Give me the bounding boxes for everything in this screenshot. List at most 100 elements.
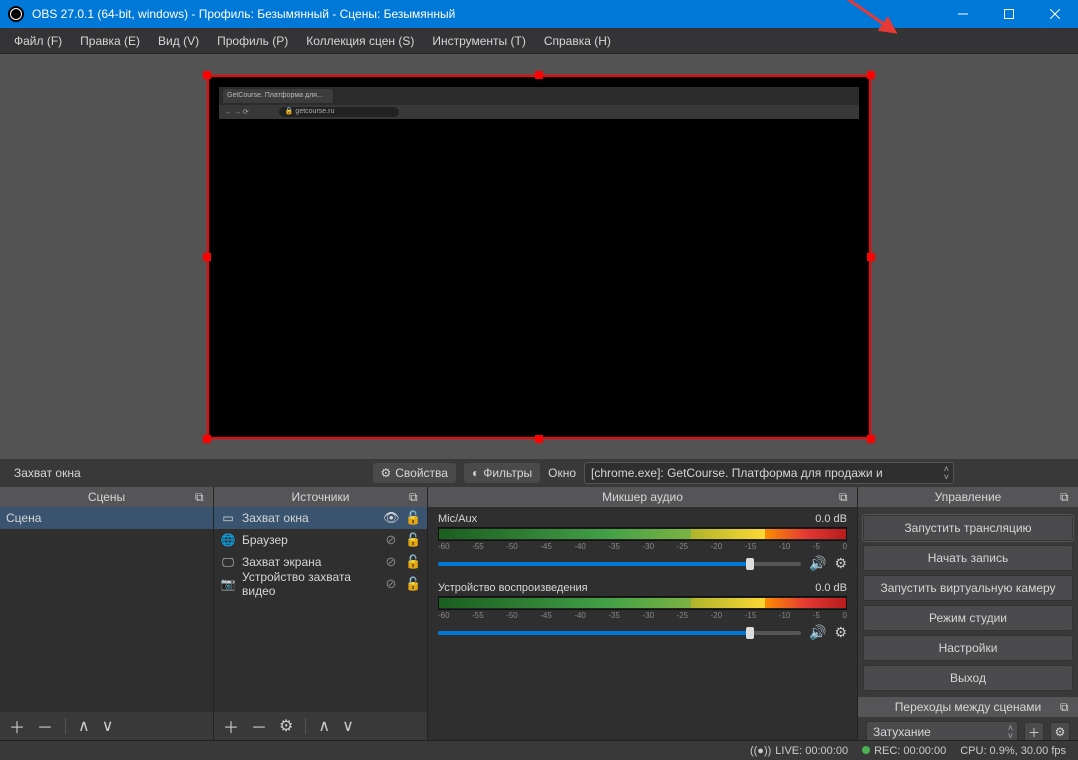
globe-icon: 🌐	[220, 532, 236, 548]
menu-file[interactable]: Файл (F)	[6, 30, 70, 52]
lock-toggle[interactable]: 🔓	[405, 576, 421, 592]
source-label: Устройство захвата видео	[242, 570, 377, 598]
transition-settings-button[interactable]: ⚙	[1050, 722, 1070, 740]
gear-icon[interactable]: ⚙	[276, 716, 296, 736]
filters-button[interactable]: ◐ Фильтры	[464, 463, 540, 483]
gear-icon[interactable]: ⚙	[834, 555, 847, 572]
channel-name: Устройство воспроизведения	[438, 582, 588, 594]
exit-button[interactable]: Выход	[863, 665, 1073, 691]
menu-help[interactable]: Справка (H)	[536, 30, 619, 52]
panel-title: Микшер аудио	[602, 490, 683, 504]
lock-toggle[interactable]: 🔓	[405, 554, 421, 570]
titlebar: OBS 27.0.1 (64-bit, windows) - Профиль: …	[0, 0, 1078, 28]
settings-button[interactable]: Настройки	[863, 635, 1073, 661]
preview-canvas[interactable]: GetCourse. Платформа для... ← → ⟳ 🔒 getc…	[207, 75, 871, 439]
source-item[interactable]: 🌐 Браузер ⊘ 🔓	[214, 529, 427, 551]
start-streaming-button[interactable]: Запустить трансляцию	[863, 515, 1073, 541]
panel-title: Управление	[935, 490, 1002, 504]
popout-icon[interactable]: ⧉	[1060, 490, 1074, 504]
source-item[interactable]: 📷 Устройство захвата видео ⊘ 🔓	[214, 573, 427, 595]
resize-handle[interactable]	[535, 435, 543, 443]
window-select[interactable]: [chrome.exe]: GetCourse. Платформа для п…	[584, 462, 954, 484]
channel-db: 0.0 dB	[815, 582, 847, 594]
minimize-button[interactable]	[940, 0, 986, 28]
browser-tabstrip: GetCourse. Платформа для...	[219, 87, 859, 105]
scene-item[interactable]: Сцена	[0, 507, 213, 529]
volume-slider[interactable]	[438, 562, 801, 566]
speaker-icon[interactable]: 🔊	[809, 624, 826, 641]
popout-icon[interactable]: ⧉	[1060, 700, 1074, 714]
lock-toggle[interactable]: 🔓	[405, 532, 421, 548]
browser-tab: GetCourse. Платформа для...	[223, 89, 333, 103]
transition-select[interactable]: Затухание˄˅	[866, 721, 1018, 740]
selected-source-label: Захват окна	[8, 462, 87, 484]
resize-handle[interactable]	[867, 435, 875, 443]
popout-icon[interactable]: ⧉	[839, 490, 853, 504]
mixer-channel: Mic/Aux0.0 dB -60-55-50-45-40-35-30-25-2…	[428, 507, 857, 576]
resize-handle[interactable]	[867, 71, 875, 79]
move-down-button[interactable]: ∨	[99, 716, 117, 736]
panel-title: Сцены	[88, 490, 125, 504]
source-label: Захват экрана	[242, 555, 377, 569]
transitions-title: Переходы между сценами	[895, 700, 1041, 714]
popout-icon[interactable]: ⧉	[195, 490, 209, 504]
resize-handle[interactable]	[203, 435, 211, 443]
move-up-button[interactable]: ∧	[315, 716, 333, 736]
cpu-status: CPU: 0.9%, 30.00 fps	[960, 745, 1066, 757]
mixer-panel: Микшер аудио ⧉ Mic/Aux0.0 dB -60-55-50-45…	[428, 487, 858, 740]
scenes-toolbar: ＋ － ∧ ∨	[0, 712, 213, 740]
start-recording-button[interactable]: Начать запись	[863, 545, 1073, 571]
filter-icon: ◐	[472, 466, 479, 480]
start-virtual-camera-button[interactable]: Запустить виртуальную камеру	[863, 575, 1073, 601]
scenes-panel: Сцены ⧉ Сцена ＋ － ∧ ∨	[0, 487, 214, 740]
lock-toggle[interactable]: 🔓	[405, 510, 421, 526]
speaker-icon[interactable]: 🔊	[809, 555, 826, 572]
visibility-toggle[interactable]: ⊘	[383, 554, 399, 570]
properties-button[interactable]: ⚙ Свойства	[373, 463, 456, 483]
visibility-toggle[interactable]: ⊘	[383, 532, 399, 548]
visibility-toggle[interactable]: ⊘	[383, 576, 399, 592]
app-icon	[8, 6, 24, 22]
studio-mode-button[interactable]: Режим студии	[863, 605, 1073, 631]
window-icon: ▭	[220, 510, 236, 526]
statusbar: ((●))LIVE: 00:00:00 REC: 00:00:00 CPU: 0…	[0, 740, 1078, 760]
add-button[interactable]: ＋	[220, 714, 242, 738]
resize-handle[interactable]	[535, 71, 543, 79]
menu-profile[interactable]: Профиль (P)	[209, 30, 296, 52]
visibility-toggle[interactable]: 👁	[383, 510, 399, 526]
remove-button[interactable]: －	[34, 714, 56, 738]
window-field-label: Окно	[548, 466, 576, 480]
monitor-icon: 🖵	[220, 554, 236, 570]
resize-handle[interactable]	[203, 253, 211, 261]
broadcast-icon: ((●))	[750, 745, 771, 757]
source-label: Браузер	[242, 533, 377, 547]
close-button[interactable]	[1032, 0, 1078, 28]
source-label: Захват окна	[242, 511, 377, 525]
maximize-button[interactable]	[986, 0, 1032, 28]
move-up-button[interactable]: ∧	[75, 716, 93, 736]
menu-scene-collection[interactable]: Коллекция сцен (S)	[298, 30, 422, 52]
controls-panel: Управление ⧉ Запустить трансляцию Начать …	[858, 487, 1078, 740]
volume-slider[interactable]	[438, 631, 801, 635]
menu-view[interactable]: Вид (V)	[150, 30, 207, 52]
browser-toolbar: ← → ⟳ 🔒 getcourse.ru	[219, 105, 859, 119]
sources-panel: Источники ⧉ ▭ Захват окна 👁 🔓 🌐 Браузер ⊘…	[214, 487, 428, 740]
add-transition-button[interactable]: ＋	[1024, 722, 1044, 740]
remove-button[interactable]: －	[248, 714, 270, 738]
preview-area[interactable]: GetCourse. Платформа для... ← → ⟳ 🔒 getc…	[0, 54, 1078, 459]
panel-title: Источники	[292, 490, 350, 504]
menu-edit[interactable]: Правка (E)	[72, 30, 148, 52]
popout-icon[interactable]: ⧉	[409, 490, 423, 504]
sources-toolbar: ＋ － ⚙ ∧ ∨	[214, 712, 427, 740]
resize-handle[interactable]	[867, 253, 875, 261]
window-title: OBS 27.0.1 (64-bit, windows) - Профиль: …	[32, 7, 940, 21]
resize-handle[interactable]	[203, 71, 211, 79]
menu-tools[interactable]: Инструменты (T)	[424, 30, 533, 52]
move-down-button[interactable]: ∨	[339, 716, 357, 736]
source-info-bar: Захват окна ⚙ Свойства ◐ Фильтры Окно [c…	[0, 459, 1078, 487]
menubar: Файл (F) Правка (E) Вид (V) Профиль (P) …	[0, 28, 1078, 54]
audio-meter	[438, 596, 847, 610]
add-button[interactable]: ＋	[6, 714, 28, 738]
gear-icon[interactable]: ⚙	[834, 624, 847, 641]
source-item[interactable]: ▭ Захват окна 👁 🔓	[214, 507, 427, 529]
